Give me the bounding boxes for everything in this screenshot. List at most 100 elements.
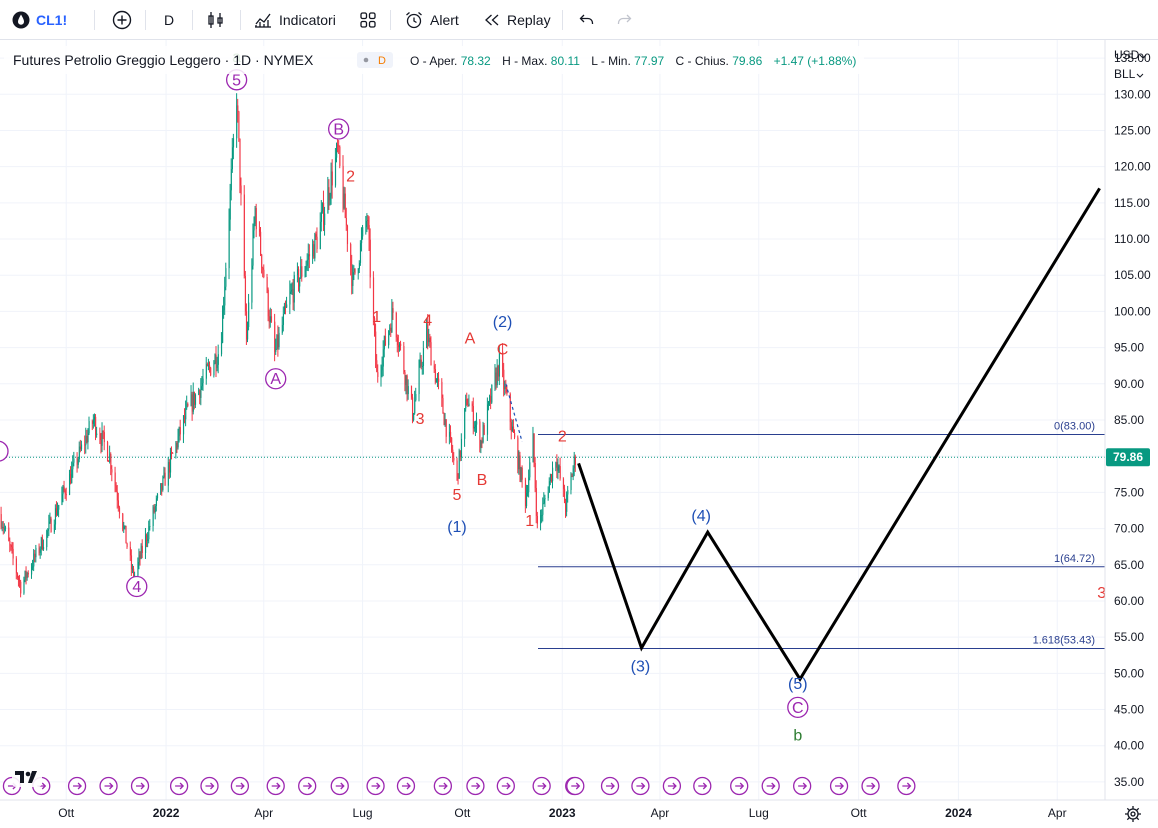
add-circle-icon xyxy=(112,10,132,30)
candle xyxy=(15,556,17,580)
alert-button[interactable]: Alert xyxy=(404,0,459,40)
candle-body xyxy=(307,254,309,260)
candle-body xyxy=(239,138,241,186)
price-tick-label: 60.00 xyxy=(1114,594,1144,608)
candle xyxy=(511,419,514,433)
candle-body xyxy=(210,367,212,376)
candle-body xyxy=(358,262,360,269)
candle-body xyxy=(247,327,249,340)
replay-button[interactable]: Replay xyxy=(483,0,551,40)
candle-body xyxy=(57,509,59,515)
candle xyxy=(76,452,78,473)
candle xyxy=(61,486,63,506)
candle xyxy=(152,505,154,532)
candle xyxy=(99,427,101,445)
candle xyxy=(236,93,238,148)
candle-body xyxy=(306,259,308,266)
grid-icon xyxy=(358,10,378,30)
candle xyxy=(334,147,337,188)
candle-body xyxy=(76,458,78,465)
rewind-icon xyxy=(483,11,501,29)
candle xyxy=(224,276,226,315)
candle xyxy=(243,185,245,279)
wave-label: A xyxy=(265,368,287,390)
candle xyxy=(199,389,201,405)
economic-event-icon xyxy=(566,776,585,796)
compare-button[interactable] xyxy=(112,0,132,40)
candle-body xyxy=(281,325,283,333)
candle xyxy=(17,575,20,587)
indicators-button[interactable]: Indicatori xyxy=(253,0,336,40)
unit-label[interactable]: BLL xyxy=(1114,67,1136,81)
candle xyxy=(375,323,377,369)
candle xyxy=(125,525,127,544)
candle-body xyxy=(442,398,444,414)
wave-label-text: C xyxy=(792,700,804,717)
candle xyxy=(42,539,45,551)
time-tick-label: Ott xyxy=(454,806,471,820)
candle xyxy=(70,466,72,485)
undo-button[interactable] xyxy=(578,0,596,40)
candle xyxy=(328,179,330,211)
candle xyxy=(305,260,307,278)
chart-type-button[interactable] xyxy=(206,0,226,40)
candle-body xyxy=(344,193,346,218)
candle xyxy=(110,452,112,476)
candle xyxy=(237,98,239,123)
undo-icon xyxy=(578,11,596,29)
candle-body xyxy=(215,354,217,368)
candle xyxy=(253,216,255,239)
candle xyxy=(400,340,402,351)
candle-body xyxy=(489,395,491,402)
candle-body xyxy=(506,391,508,394)
candle xyxy=(168,459,171,479)
candle xyxy=(404,369,406,392)
candle xyxy=(164,467,166,486)
candle-body xyxy=(480,440,482,448)
candle xyxy=(458,448,460,479)
candle-body xyxy=(482,425,484,443)
candle xyxy=(260,226,262,257)
candle-body xyxy=(412,397,414,421)
interval-button[interactable]: D xyxy=(164,0,174,40)
candle xyxy=(194,393,197,409)
candle xyxy=(161,482,163,496)
candle xyxy=(496,359,498,388)
candle-body xyxy=(233,138,235,148)
candle-body xyxy=(533,433,535,463)
price-tick-label: 65.00 xyxy=(1114,558,1144,572)
candle-body xyxy=(563,478,565,489)
tradingview-logo[interactable] xyxy=(12,765,42,787)
candle xyxy=(430,336,432,366)
symbol-search[interactable]: CL1! xyxy=(12,0,67,40)
candle-body xyxy=(103,432,105,443)
change-value: +1.47 (+1.88%) xyxy=(774,54,857,68)
candle-body xyxy=(46,530,48,548)
candle xyxy=(369,228,371,289)
candle-body xyxy=(413,413,415,421)
price-chart[interactable]: 0(83.00)1(64.72)1.618(53.43) a5AB2143A(2… xyxy=(0,40,1158,828)
candle xyxy=(153,504,155,514)
candle xyxy=(421,361,423,375)
candle-body xyxy=(223,305,225,311)
candle-body xyxy=(154,505,156,513)
candle xyxy=(494,364,496,391)
toolbar-divider xyxy=(145,10,146,30)
candle-body xyxy=(245,276,247,312)
price-tick-label: 85.00 xyxy=(1114,413,1144,427)
candle xyxy=(64,488,66,499)
candle xyxy=(407,379,409,400)
wave-label-text: (2) xyxy=(493,314,513,331)
candle xyxy=(343,186,345,210)
redo-button[interactable] xyxy=(615,0,633,40)
candle xyxy=(473,421,476,432)
candle xyxy=(27,570,29,578)
candle xyxy=(182,415,185,444)
symbol-title[interactable]: Futures Petrolio Greggio Leggero · 1D · … xyxy=(13,52,314,68)
templates-button[interactable] xyxy=(358,0,378,40)
candle xyxy=(467,398,469,408)
candle-body xyxy=(527,491,529,494)
candle-body xyxy=(292,288,294,303)
candle-body xyxy=(433,365,435,369)
candle-body xyxy=(535,487,537,516)
